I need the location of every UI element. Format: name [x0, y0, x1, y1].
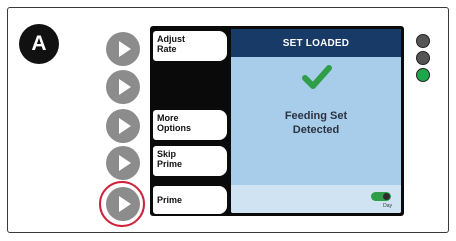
side-button-4[interactable] [106, 146, 140, 180]
softkey-prime[interactable]: Prime [153, 186, 227, 214]
play-triangle-icon [119, 79, 131, 95]
panel-header: SET LOADED [231, 29, 401, 57]
toggle-knob [383, 193, 390, 200]
side-button-3[interactable] [106, 109, 140, 143]
checkmark-icon [302, 65, 332, 89]
play-triangle-icon [119, 41, 131, 57]
panel-footer: Day [231, 185, 401, 213]
figure-label: A [19, 24, 59, 64]
status-message: Feeding Set Detected [284, 110, 348, 136]
status-panel: SET LOADED Feeding Set Detected Day [231, 29, 401, 213]
side-button-1[interactable] [106, 32, 140, 66]
side-button-2[interactable] [106, 70, 140, 104]
indicator-led-2 [416, 51, 430, 65]
toggle-label: Day [383, 203, 392, 209]
play-triangle-icon [119, 155, 131, 171]
indicator-led-3 [416, 68, 430, 82]
play-triangle-icon [119, 118, 131, 134]
indicator-led-1 [416, 34, 430, 48]
softkey-skip-prime[interactable]: Skip Prime [153, 146, 227, 176]
day-night-toggle[interactable] [371, 192, 391, 201]
softkey-adjust-rate[interactable]: Adjust Rate [153, 31, 227, 61]
softkey-more-options[interactable]: More Options [153, 110, 227, 140]
prime-button-highlight-ring [99, 181, 145, 227]
